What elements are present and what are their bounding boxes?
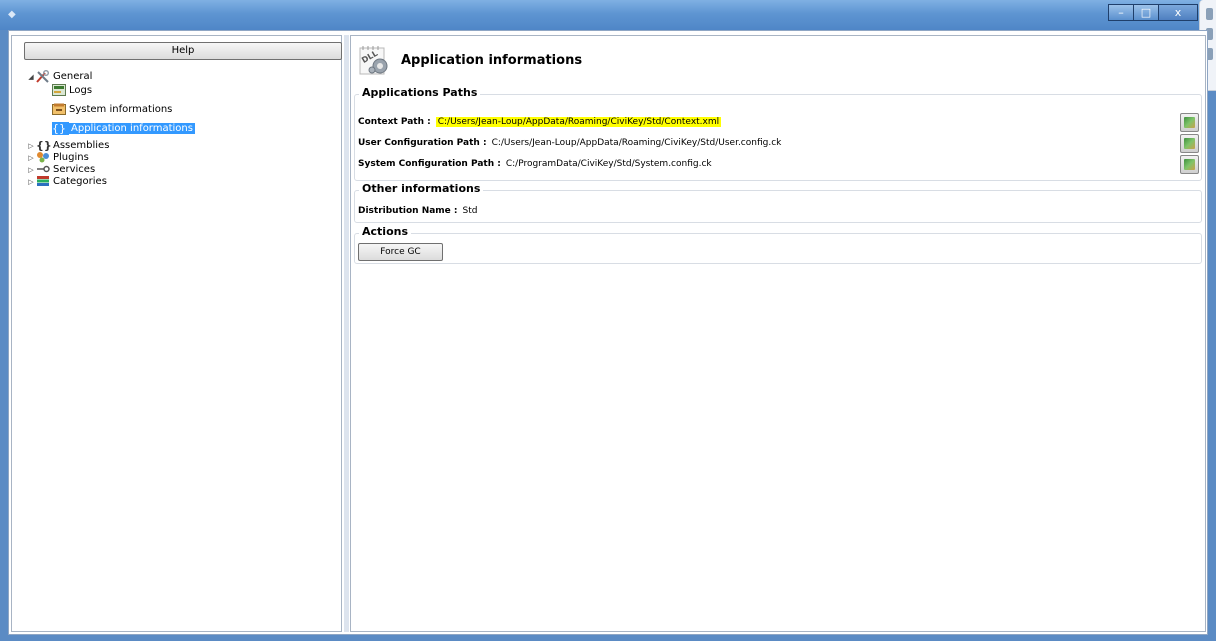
window-controls: – □ x [1108,4,1198,24]
dll-gear-icon: DLL [359,45,391,77]
details-pane: DLL Application informations Application… [350,35,1206,632]
pane-splitter[interactable] [344,35,349,632]
group-title: Other informations [359,182,484,195]
open-folder-icon [1184,117,1195,128]
group-title: Actions [359,225,411,238]
distribution-name-value: Std [462,205,478,216]
context-path-label: Context Path : [358,116,431,127]
tree-item-application-informations[interactable]: {} Application informations [52,121,195,136]
applications-paths-group: Applications Paths Context Path : C:/Use… [354,86,1202,181]
tree-item-logs[interactable]: Logs [52,83,92,98]
tree-item-label: Logs [69,85,93,96]
user-config-path-value: C:/Users/Jean-Loup/AppData/Roaming/CiviK… [491,137,782,148]
app-icon: ◆ [8,9,16,20]
system-config-path-label: System Configuration Path : [358,158,501,169]
page-title: Application informations [401,53,583,68]
minimize-button[interactable]: – [1108,4,1134,21]
expand-arrow-icon[interactable]: ▷ [26,154,36,162]
close-button[interactable]: x [1158,4,1198,21]
user-config-path-label: User Configuration Path : [358,137,487,148]
logs-icon [52,84,66,97]
tree-item-label: General [53,71,93,82]
tree-item-system-informations[interactable]: System informations [52,102,172,117]
open-user-config-path-button[interactable] [1180,134,1199,153]
context-path-row: Context Path : C:/Users/Jean-Loup/AppDat… [358,113,722,130]
books-icon [36,175,50,188]
app-window: ◆ – □ x Help ◢ General Logs System infor… [0,0,1216,641]
open-system-config-path-button[interactable] [1180,155,1199,174]
tree-item-categories[interactable]: ▷ Categories [26,174,107,189]
help-button[interactable]: Help [24,42,342,60]
tools-icon [36,70,50,83]
navigation-pane: Help ◢ General Logs System informations … [11,35,342,632]
context-path-value: C:/Users/Jean-Loup/AppData/Roaming/CiviK… [435,116,722,127]
force-gc-button[interactable]: Force GC [358,243,443,261]
maximize-button[interactable]: □ [1133,4,1159,21]
braces-icon: {} [52,122,69,135]
open-folder-icon [1184,138,1195,149]
system-info-icon [52,103,66,116]
actions-group: Actions Force GC [354,225,1202,264]
group-title: Applications Paths [359,86,481,99]
tree-item-label: Categories [53,176,107,187]
expand-arrow-icon[interactable]: ▷ [26,142,36,150]
other-informations-group: Other informations Distribution Name : S… [354,182,1202,223]
title-bar[interactable]: ◆ – □ x [0,0,1216,30]
client-area: Help ◢ General Logs System informations … [8,30,1208,635]
distribution-name-label: Distribution Name : [358,205,458,216]
tree-item-label: Application informations [69,123,195,134]
distribution-name-row: Distribution Name : Std [358,202,478,219]
expand-arrow-icon[interactable]: ▷ [26,178,36,186]
user-config-path-row: User Configuration Path : C:/Users/Jean-… [358,134,781,151]
system-config-path-value: C:/ProgramData/CiviKey/Std/System.config… [505,158,712,169]
tree-item-label: System informations [69,104,173,115]
open-folder-icon [1184,159,1195,170]
system-config-path-row: System Configuration Path : C:/ProgramDa… [358,155,712,172]
open-context-path-button[interactable] [1180,113,1199,132]
expand-arrow-icon[interactable]: ▷ [26,166,36,174]
tree-item-general[interactable]: ◢ General [26,69,92,84]
collapse-arrow-icon[interactable]: ◢ [26,73,36,81]
